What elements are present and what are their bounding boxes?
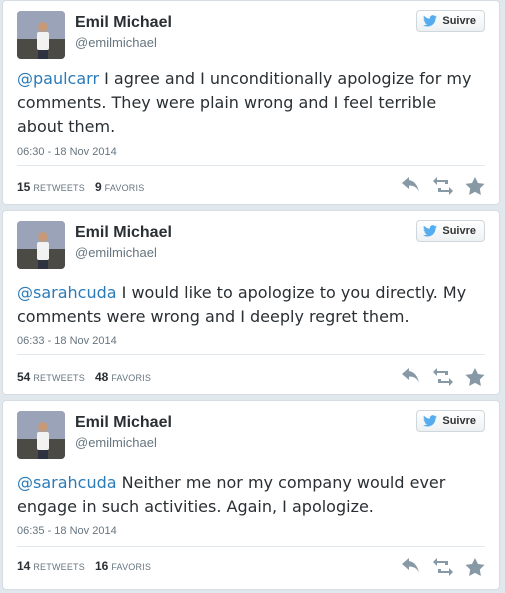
- follow-button[interactable]: Suivre: [416, 220, 485, 242]
- tweet-stats: 14 RETWEETS 16 FAVORIS: [17, 559, 151, 573]
- tweet-text: @paulcarr I agree and I unconditionally …: [17, 67, 483, 139]
- favorite-icon[interactable]: [465, 177, 485, 195]
- follow-button[interactable]: Suivre: [416, 410, 485, 432]
- avatar[interactable]: [17, 11, 65, 59]
- favorites-count: 9: [94, 180, 102, 194]
- bird-icon: [423, 225, 438, 237]
- mention-link[interactable]: @sarahcuda: [17, 283, 117, 302]
- favorites-stat[interactable]: 48 FAVORIS: [95, 370, 151, 384]
- retweets-count: 15: [17, 180, 31, 194]
- reply-icon[interactable]: [401, 558, 421, 576]
- retweets-count: 14: [17, 559, 31, 573]
- favorites-stat[interactable]: 9 FAVORIS: [95, 180, 144, 194]
- display-name[interactable]: Emil Michael: [75, 224, 172, 242]
- tweet-stats: 54 RETWEETS 48 FAVORIS: [17, 370, 151, 384]
- timestamp[interactable]: 06:30 - 18 Nov 2014: [17, 146, 117, 158]
- favorites-count: 48: [94, 370, 109, 384]
- favorites-stat[interactable]: 16 FAVORIS: [95, 559, 151, 573]
- divider: [17, 546, 485, 547]
- favorites-label: FAVORIS: [104, 183, 145, 193]
- follow-label: Suivre: [442, 415, 476, 427]
- follow-label: Suivre: [442, 225, 476, 237]
- tweet-text: @sarahcuda I would like to apologize to …: [17, 281, 483, 329]
- retweets-count: 54: [17, 370, 31, 384]
- retweets-stat[interactable]: 14 RETWEETS: [17, 559, 85, 573]
- favorite-icon[interactable]: [465, 558, 485, 576]
- tweet-actions: [401, 177, 485, 195]
- retweets-label: RETWEETS: [33, 183, 85, 193]
- timestamp[interactable]: 06:35 - 18 Nov 2014: [17, 525, 117, 537]
- bird-icon: [423, 15, 438, 27]
- tweet-card: Emil Michael @emilmichael Suivre @paulca…: [2, 0, 500, 205]
- timestamp[interactable]: 06:33 - 18 Nov 2014: [17, 335, 117, 347]
- divider: [17, 354, 485, 355]
- favorites-label: FAVORIS: [111, 373, 152, 383]
- reply-icon[interactable]: [401, 368, 421, 386]
- follow-button[interactable]: Suivre: [416, 10, 485, 32]
- display-name[interactable]: Emil Michael: [75, 14, 172, 32]
- tweet-card: Emil Michael @emilmichael Suivre @sarahc…: [2, 400, 500, 590]
- handle[interactable]: @emilmichael: [75, 35, 157, 50]
- divider: [17, 165, 485, 166]
- display-name[interactable]: Emil Michael: [75, 414, 172, 432]
- retweets-label: RETWEETS: [33, 373, 85, 383]
- tweet-text: @sarahcuda Neither me nor my company wou…: [17, 471, 483, 519]
- reply-icon[interactable]: [401, 177, 421, 195]
- tweet-stats: 15 RETWEETS 9 FAVORIS: [17, 180, 144, 194]
- mention-link[interactable]: @sarahcuda: [17, 473, 117, 492]
- avatar[interactable]: [17, 411, 65, 459]
- retweets-label: RETWEETS: [33, 562, 85, 572]
- avatar[interactable]: [17, 221, 65, 269]
- tweet-actions: [401, 558, 485, 576]
- handle[interactable]: @emilmichael: [75, 435, 157, 450]
- favorites-label: FAVORIS: [111, 562, 152, 572]
- tweet-actions: [401, 368, 485, 386]
- retweet-icon[interactable]: [433, 177, 453, 195]
- follow-label: Suivre: [442, 15, 476, 27]
- retweet-icon[interactable]: [433, 558, 453, 576]
- retweets-stat[interactable]: 54 RETWEETS: [17, 370, 85, 384]
- retweet-icon[interactable]: [433, 368, 453, 386]
- bird-icon: [423, 415, 438, 427]
- handle[interactable]: @emilmichael: [75, 245, 157, 260]
- favorite-icon[interactable]: [465, 368, 485, 386]
- mention-link[interactable]: @paulcarr: [17, 69, 99, 88]
- favorites-count: 16: [94, 559, 109, 573]
- tweet-card: Emil Michael @emilmichael Suivre @sarahc…: [2, 210, 500, 395]
- retweets-stat[interactable]: 15 RETWEETS: [17, 180, 85, 194]
